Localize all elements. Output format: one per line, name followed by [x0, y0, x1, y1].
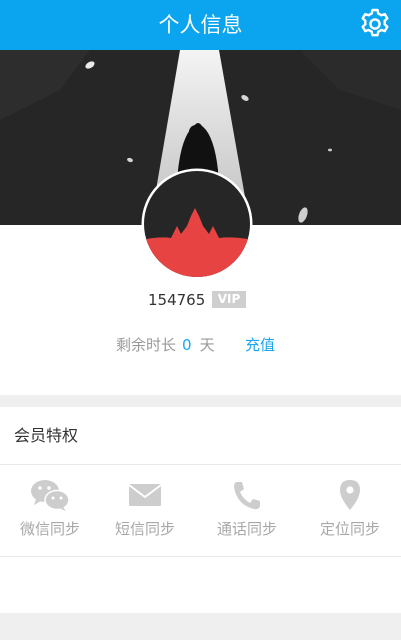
settings-button[interactable]	[357, 6, 393, 42]
envelope-icon	[128, 484, 162, 506]
page-title: 个人信息	[158, 13, 243, 37]
phone-icon	[234, 482, 260, 510]
recharge-link[interactable]: 充值	[245, 334, 275, 356]
perks-title: 会员特权	[14, 426, 79, 445]
title-bar: 个人信息	[0, 0, 401, 50]
wechat-icon	[31, 480, 70, 511]
perk-label: 短信同步	[114, 520, 175, 538]
remaining-label: 剩余时长	[116, 336, 177, 354]
divider	[0, 464, 401, 465]
gear-icon	[361, 8, 389, 37]
location-pin-icon	[340, 480, 360, 510]
remaining-time: 剩余时长 0 天	[116, 334, 215, 356]
perk-label: 定位同步	[319, 520, 380, 538]
perk-sms-sync[interactable]: 短信同步	[95, 478, 195, 542]
divider	[0, 556, 401, 557]
perk-label: 通话同步	[216, 520, 277, 538]
user-id: 154765	[148, 291, 206, 309]
perk-label: 微信同步	[19, 520, 80, 538]
perk-call-sync[interactable]: 通话同步	[197, 478, 297, 542]
days-unit: 天	[199, 336, 215, 354]
remaining-days: 0	[182, 336, 192, 354]
perk-wechat-sync[interactable]: 微信同步	[0, 478, 100, 542]
avatar[interactable]	[141, 168, 253, 280]
vip-badge: VIP	[212, 291, 246, 308]
perk-location-sync[interactable]: 定位同步	[300, 478, 400, 542]
